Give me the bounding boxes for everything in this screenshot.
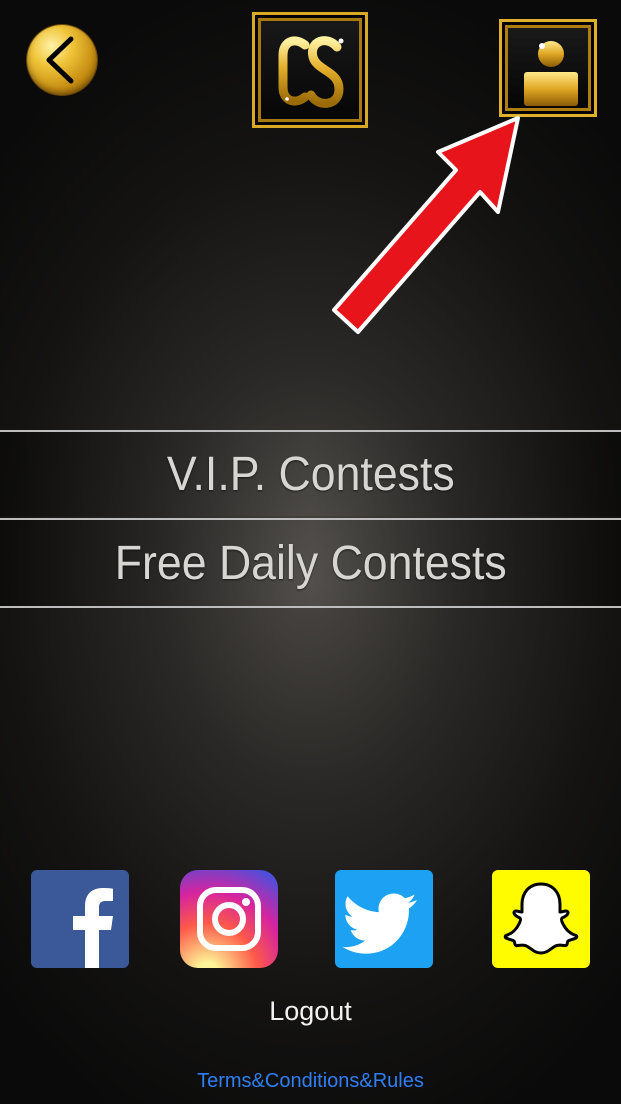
logout-button[interactable]: Logout [0, 996, 621, 1027]
twitter-icon [342, 893, 417, 954]
vip-contests-label: V.I.P. Contests [166, 447, 455, 501]
free-daily-contests-button[interactable]: Free Daily Contests [0, 518, 621, 608]
vip-contests-button[interactable]: V.I.P. Contests [0, 430, 621, 516]
instagram-icon [197, 887, 261, 951]
free-daily-contests-label: Free Daily Contests [114, 536, 507, 590]
instagram-button[interactable] [180, 870, 278, 968]
profile-button[interactable] [499, 19, 597, 117]
snapchat-button[interactable] [492, 870, 590, 968]
twitter-button[interactable] [335, 870, 433, 968]
chevron-left-icon [46, 36, 74, 84]
snapchat-icon [503, 882, 579, 955]
facebook-icon [73, 888, 113, 968]
red-arrow-annotation [332, 116, 520, 334]
back-button[interactable] [27, 25, 97, 95]
terms-link[interactable]: Terms&Conditions&Rules [0, 1070, 621, 1093]
facebook-button[interactable] [31, 870, 129, 968]
user-icon [524, 41, 578, 106]
